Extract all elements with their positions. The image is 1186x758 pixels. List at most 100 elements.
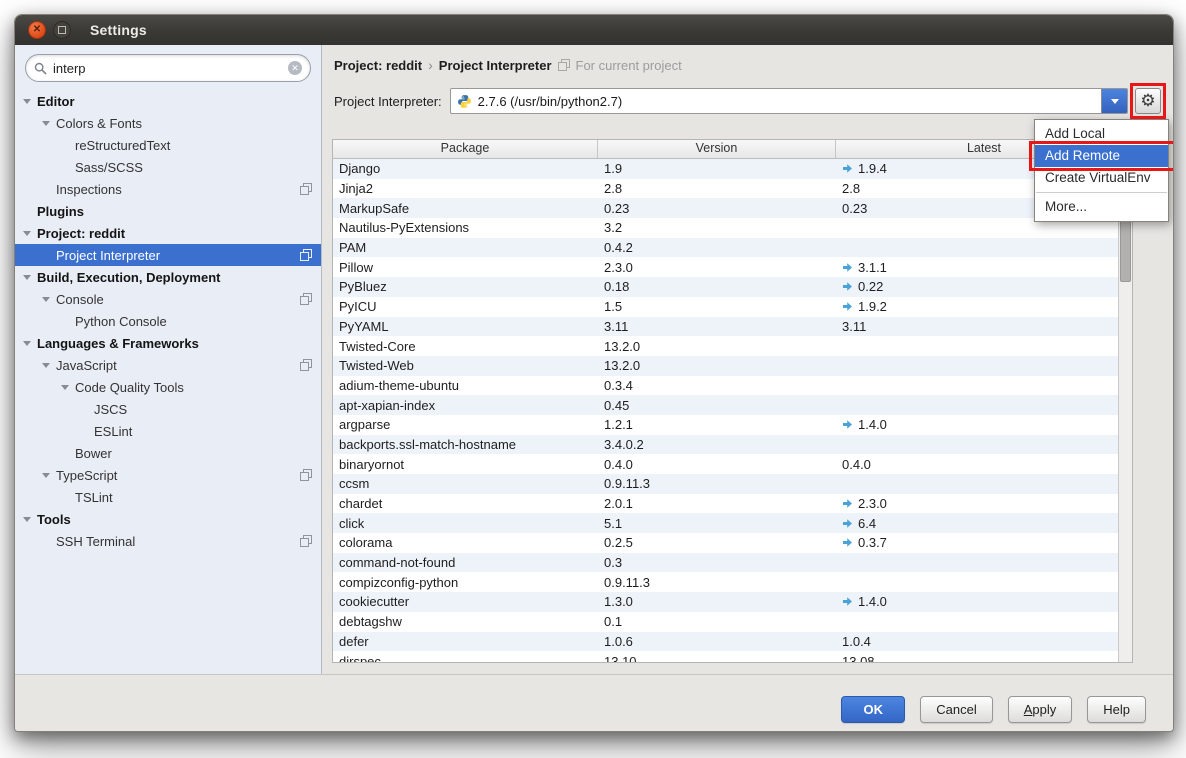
version-value: 1.2.1 xyxy=(604,417,633,432)
sidebar-item-javascript[interactable]: JavaScript xyxy=(15,354,321,376)
update-arrow-icon xyxy=(842,518,853,529)
latest-value: 2.8 xyxy=(842,181,860,196)
table-row[interactable]: MarkupSafe 0.23 0.23 xyxy=(333,198,1132,218)
table-row[interactable]: dirspec13.1013.08 xyxy=(333,651,1132,662)
table-row[interactable]: colorama0.2.50.3.7 xyxy=(333,533,1132,553)
sidebar-item-project-reddit[interactable]: Project: reddit xyxy=(15,222,321,244)
sidebar-item-ssh-terminal[interactable]: SSH Terminal xyxy=(15,530,321,552)
expand-arrow-icon[interactable] xyxy=(23,517,31,522)
sidebar-item-label: Console xyxy=(56,292,104,307)
table-row[interactable]: cookiecutter1.3.01.4.0 xyxy=(333,592,1132,612)
table-row[interactable]: debtagshw0.1 xyxy=(333,612,1132,632)
table-row[interactable]: click5.16.4 xyxy=(333,513,1132,533)
menu-item-add-remote[interactable]: Add Remote xyxy=(1035,145,1168,167)
table-row[interactable]: PyBluez0.180.22 xyxy=(333,277,1132,297)
sidebar-item-editor[interactable]: Editor xyxy=(15,90,321,112)
table-row[interactable]: apt-xapian-index0.45 xyxy=(333,395,1132,415)
table-row[interactable]: chardet2.0.12.3.0 xyxy=(333,494,1132,514)
sidebar-item-project-interpreter[interactable]: Project Interpreter xyxy=(15,244,321,266)
vertical-scrollbar[interactable] xyxy=(1118,158,1132,662)
sidebar-item-build-execution-deployment[interactable]: Build, Execution, Deployment xyxy=(15,266,321,288)
breadcrumb-project[interactable]: Project: reddit xyxy=(334,58,422,73)
expand-arrow-icon[interactable] xyxy=(42,121,50,126)
cell-package: Twisted-Core xyxy=(333,339,598,354)
sidebar-item-colors-fonts[interactable]: Colors & Fonts xyxy=(15,112,321,134)
expand-arrow-icon[interactable] xyxy=(42,297,50,302)
close-icon[interactable]: ✕ xyxy=(28,21,46,39)
table-row[interactable]: argparse1.2.11.4.0 xyxy=(333,415,1132,435)
expand-arrow-icon[interactable] xyxy=(23,275,31,280)
sidebar-item-restructuredtext[interactable]: reStructuredText xyxy=(15,134,321,156)
table-row[interactable]: binaryornot0.4.00.4.0 xyxy=(333,454,1132,474)
table-row[interactable]: PyYAML3.113.11 xyxy=(333,317,1132,337)
table-row[interactable]: PyICU1.51.9.2 xyxy=(333,297,1132,317)
table-row[interactable]: ccsm0.9.11.3 xyxy=(333,474,1132,494)
table-row[interactable]: Nautilus-PyExtensions3.2 xyxy=(333,218,1132,238)
table-row[interactable]: PAM0.4.2 xyxy=(333,238,1132,258)
table-row[interactable]: Pillow2.3.03.1.1 xyxy=(333,257,1132,277)
clear-search-icon[interactable]: ✕ xyxy=(288,61,302,75)
table-row[interactable]: command-not-found0.3 xyxy=(333,553,1132,573)
sidebar-item-inspections[interactable]: Inspections xyxy=(15,178,321,200)
sidebar-item-typescript[interactable]: TypeScript xyxy=(15,464,321,486)
sidebar-item-tools[interactable]: Tools xyxy=(15,508,321,530)
cell-version: 1.3.0 xyxy=(598,594,836,609)
table-row[interactable]: Django1.91.9.4 xyxy=(333,159,1132,179)
expand-arrow-icon[interactable] xyxy=(42,473,50,478)
ok-button[interactable]: OK xyxy=(841,696,905,723)
package-value: MarkupSafe xyxy=(339,201,409,216)
expand-arrow-icon[interactable] xyxy=(23,231,31,236)
gear-icon[interactable]: ⚙ xyxy=(1135,88,1161,114)
table-row[interactable]: Twisted-Core13.2.0 xyxy=(333,336,1132,356)
menu-item-add-local[interactable]: Add Local xyxy=(1035,123,1168,145)
column-header-package[interactable]: Package xyxy=(333,140,598,158)
table-row[interactable]: compizconfig-python0.9.11.3 xyxy=(333,572,1132,592)
sidebar-item-bower[interactable]: Bower xyxy=(15,442,321,464)
cell-latest: 1.4.0 xyxy=(836,417,1132,432)
cell-latest: 0.22 xyxy=(836,279,1132,294)
table-row[interactable]: Twisted-Web13.2.0 xyxy=(333,356,1132,376)
cell-version: 2.8 xyxy=(598,181,836,196)
sidebar-item-plugins[interactable]: Plugins xyxy=(15,200,321,222)
table-row[interactable]: backports.ssl-match-hostname3.4.0.2 xyxy=(333,435,1132,455)
combobox-arrow-icon[interactable] xyxy=(1101,89,1127,113)
scrollbar-thumb[interactable] xyxy=(1120,218,1131,282)
expand-arrow-icon[interactable] xyxy=(42,363,50,368)
sidebar-item-tslint[interactable]: TSLint xyxy=(15,486,321,508)
sidebar-item-console[interactable]: Console xyxy=(15,288,321,310)
version-value: 0.23 xyxy=(604,201,629,216)
sidebar-item-sass-scss[interactable]: Sass/SCSS xyxy=(15,156,321,178)
expand-arrow-icon[interactable] xyxy=(23,341,31,346)
version-value: 0.9.11.3 xyxy=(604,476,650,491)
copy-settings-icon xyxy=(300,359,312,371)
menu-item-more[interactable]: More... xyxy=(1035,196,1168,218)
cell-package: Django xyxy=(333,161,598,176)
sidebar-item-eslint[interactable]: ESLint xyxy=(15,420,321,442)
expand-arrow-icon[interactable] xyxy=(23,99,31,104)
table-row[interactable]: adium-theme-ubuntu0.3.4 xyxy=(333,376,1132,396)
sidebar-item-label: Plugins xyxy=(37,204,84,219)
cell-package: PAM xyxy=(333,240,598,255)
interpreter-label: Project Interpreter: xyxy=(334,94,442,109)
search-input[interactable]: interp ✕ xyxy=(25,54,311,82)
sidebar-item-code-quality-tools[interactable]: Code Quality Tools xyxy=(15,376,321,398)
column-header-version[interactable]: Version xyxy=(598,140,836,158)
version-value: 0.3.4 xyxy=(604,378,633,393)
help-button[interactable]: Help xyxy=(1087,696,1146,723)
interpreter-combobox[interactable]: 2.7.6 (/usr/bin/python2.7) xyxy=(450,88,1128,114)
expand-arrow-icon[interactable] xyxy=(61,385,69,390)
version-value: 1.0.6 xyxy=(604,634,633,649)
cancel-button[interactable]: Cancel xyxy=(920,696,992,723)
latest-value: 0.23 xyxy=(842,201,867,216)
apply-button[interactable]: Apply xyxy=(1008,696,1073,723)
maximize-icon[interactable] xyxy=(53,21,71,39)
table-row[interactable]: defer1.0.61.0.4 xyxy=(333,632,1132,652)
menu-item-create-virtualenv[interactable]: Create VirtualEnv xyxy=(1035,167,1168,189)
table-row[interactable]: Jinja22.82.8 xyxy=(333,179,1132,199)
version-value: 0.1 xyxy=(604,614,622,629)
sidebar-item-jscs[interactable]: JSCS xyxy=(15,398,321,420)
sidebar-item-languages-frameworks[interactable]: Languages & Frameworks xyxy=(15,332,321,354)
interpreter-value: 2.7.6 (/usr/bin/python2.7) xyxy=(478,94,623,109)
sidebar-item-label: SSH Terminal xyxy=(56,534,135,549)
sidebar-item-python-console[interactable]: Python Console xyxy=(15,310,321,332)
